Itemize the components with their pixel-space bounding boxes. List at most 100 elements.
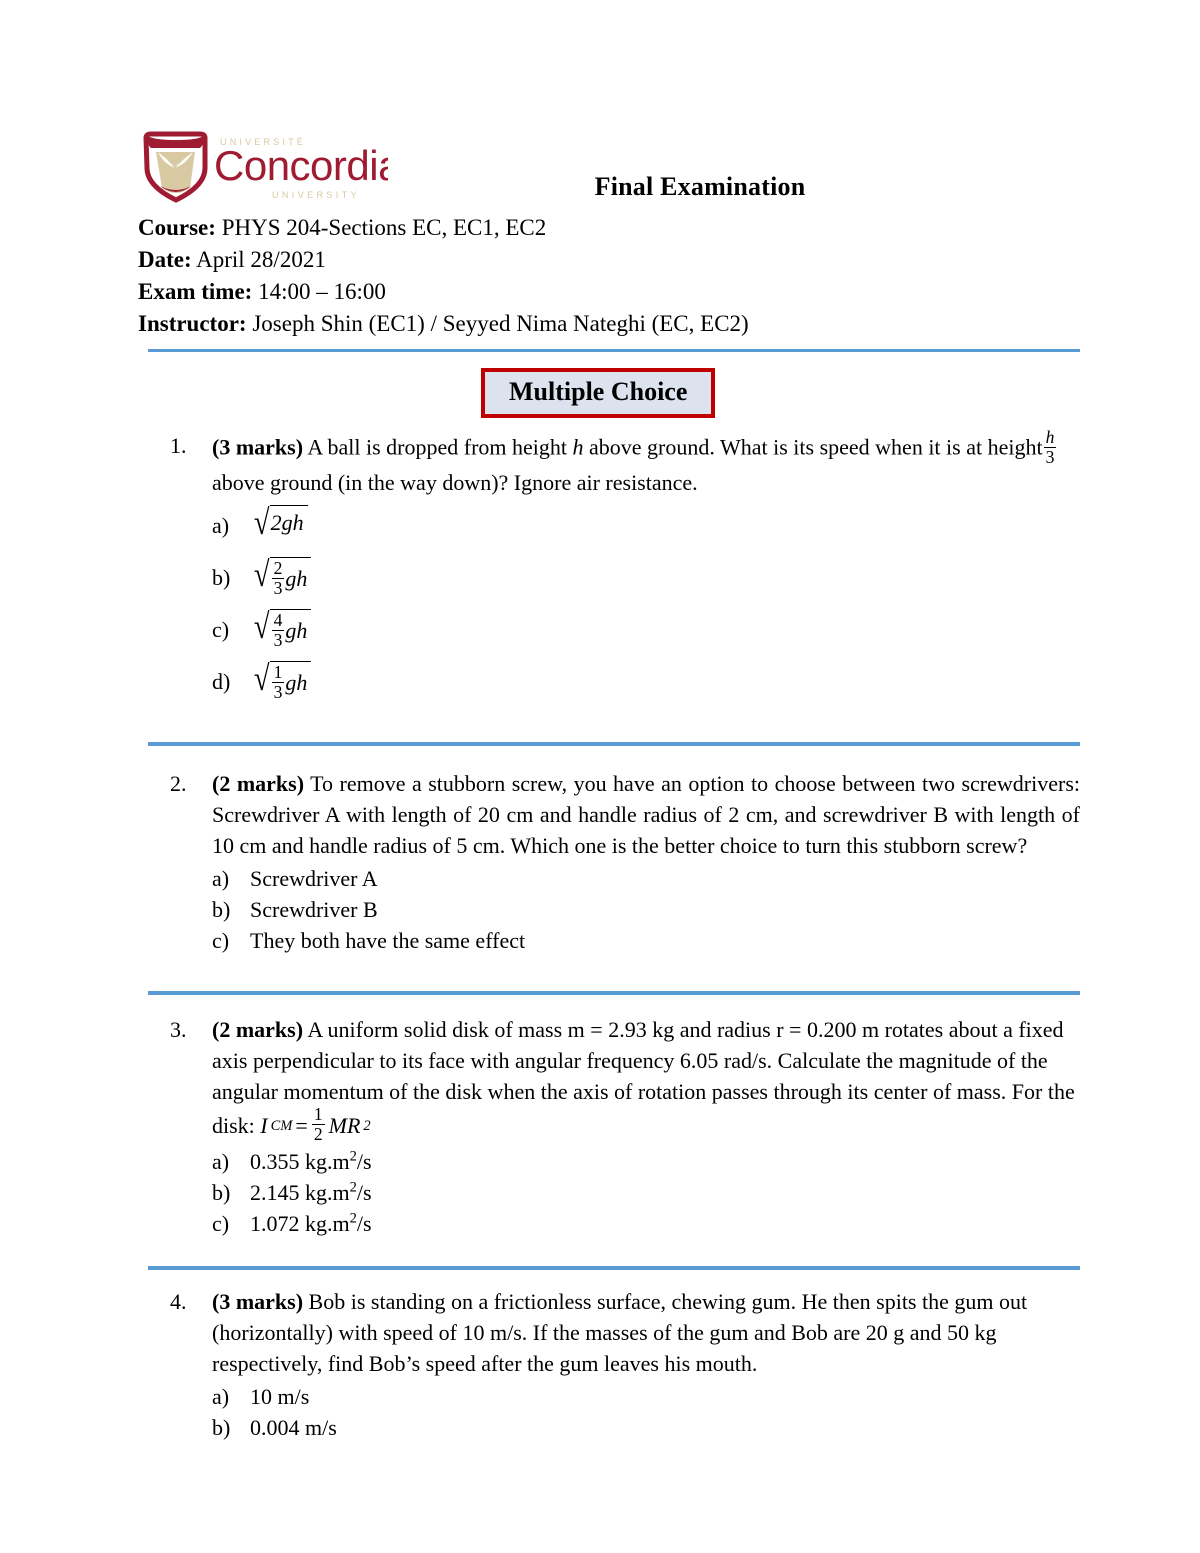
radicand-tail: gh [285, 618, 308, 644]
meta-row-exam-time: Exam time: 14:00 – 16:00 [138, 276, 1082, 308]
question-3-text: (2 marks) A uniform solid disk of mass m… [212, 1014, 1080, 1144]
question-4-options: a) 10 m/s b) 0.004 m/s [212, 1381, 1080, 1443]
divider-after-q1 [148, 742, 1080, 746]
section-title-box: Multiple Choice [481, 368, 716, 418]
question-3-option-a[interactable]: a) 0.355 kg.m2/s [212, 1146, 1080, 1177]
divider-header [148, 349, 1080, 352]
option-value: 2.145 [250, 1180, 300, 1206]
meta-label-date: Date: [138, 247, 192, 272]
fraction-denominator: 2 [311, 1123, 325, 1144]
formula-symbol: I [260, 1113, 268, 1139]
question-1-option-c[interactable]: c) √ 4 3 gh [212, 604, 1080, 656]
option-letter: b) [212, 1415, 231, 1440]
question-4-option-b[interactable]: b) 0.004 m/s [212, 1412, 1080, 1443]
question-1-variable-h: h [572, 434, 584, 460]
radical-sign-icon: √ [253, 554, 270, 595]
option-letter: b) [212, 565, 231, 591]
fraction-denominator: 3 [1043, 446, 1057, 467]
option-formula: √ 4 3 gh [250, 604, 1080, 656]
question-2-option-a[interactable]: a) Screwdriver A [212, 863, 1080, 894]
option-value: 0.355 [250, 1149, 300, 1175]
option-formula: √ 2 3 gh [250, 552, 1080, 604]
meta-row-date: Date: April 28/2021 [138, 244, 1082, 276]
meta-value-exam-time: 14:00 – 16:00 [258, 279, 386, 304]
meta-label-exam-time: Exam time: [138, 279, 253, 304]
question-3-option-b[interactable]: b) 2.145 kg.m2/s [212, 1177, 1080, 1208]
option-unit-exponent: 2 [349, 1149, 357, 1166]
question-1-text: (3 marks) A ball is dropped from height … [212, 428, 1080, 498]
question-2-options: a) Screwdriver A b) Screwdriver B c) The… [212, 863, 1080, 956]
radicand: 2 gh [269, 505, 308, 538]
option-letter: a) [212, 513, 230, 539]
concordia-university-logo: UNIVERSITÉ Concordia UNIVERSITY [138, 128, 388, 208]
question-1-option-b[interactable]: b) √ 2 3 gh [212, 552, 1080, 604]
fraction-denominator: 3 [271, 682, 285, 703]
question-2-option-b[interactable]: b) Screwdriver B [212, 894, 1080, 925]
meta-value-course: PHYS 204-Sections EC, EC1, EC2 [221, 215, 547, 240]
option-formula: √ 2 gh [250, 500, 1080, 552]
question-2: 2. (2 marks) To remove a stubborn screw,… [170, 768, 1080, 956]
sqrt-expression: √ 1 3 gh [250, 658, 312, 703]
question-1-number: 1. [170, 433, 187, 458]
meta-label-instructor: Instructor: [138, 311, 247, 336]
option-letter: a) [212, 1149, 230, 1175]
coefficient-fraction: 23 [271, 558, 285, 599]
sqrt-expression: √ 4 3 gh [250, 608, 312, 650]
divider-after-q3 [148, 1266, 1080, 1270]
question-2-head: 2. (2 marks) To remove a stubborn screw,… [170, 768, 1080, 861]
option-letter: c) [212, 1211, 230, 1237]
radical-sign-icon: √ [253, 658, 270, 699]
header-logo-row: UNIVERSITÉ Concordia UNIVERSITY Final Ex… [138, 128, 1082, 210]
option-text: 1.072 kg.m2/s [250, 1208, 1080, 1239]
radicand: 4 3 gh [269, 609, 312, 650]
logo-wordmark: Concordia [214, 142, 388, 189]
question-4-body: Bob is standing on a frictionless surfac… [212, 1289, 1028, 1376]
question-1-text-part2: above ground. What is its speed when it … [583, 434, 1043, 460]
document-header: UNIVERSITÉ Concordia UNIVERSITY Final Ex… [138, 128, 1082, 340]
radicand: 1 3 gh [269, 661, 312, 703]
option-letter: c) [212, 617, 230, 643]
option-letter: d) [212, 669, 231, 695]
question-4-number: 4. [170, 1289, 187, 1314]
question-3-number: 3. [170, 1017, 187, 1042]
option-value: 1.072 [250, 1211, 300, 1237]
exam-page: UNIVERSITÉ Concordia UNIVERSITY Final Ex… [0, 0, 1200, 1553]
fraction-denominator: 3 [271, 578, 285, 599]
sqrt-expression: √ 2 gh [250, 502, 308, 543]
fraction-numerator: 1 [273, 662, 283, 683]
exam-metadata: Course: PHYS 204-Sections EC, EC1, EC2 D… [138, 212, 1082, 340]
option-unit-exponent: 2 [349, 1211, 357, 1228]
question-1-marks: (3 marks) [212, 434, 304, 460]
page-title: Final Examination [594, 172, 806, 201]
radical-sign-icon: √ [253, 502, 270, 543]
meta-value-instructor: Joseph Shin (EC1) / Seyyed Nima Nateghi … [252, 311, 749, 336]
question-1-options: a) √ 2 gh b) √ 2 3 gh c) √ 4 3 gh d) √ 1… [212, 500, 1080, 708]
question-2-option-c[interactable]: c) They both have the same effect [212, 925, 1080, 956]
question-4-option-a[interactable]: a) 10 m/s [212, 1381, 1080, 1412]
coefficient-fraction: 43 [271, 611, 285, 650]
question-1-option-d[interactable]: d) √ 1 3 gh [212, 656, 1080, 708]
option-letter: a) [212, 1384, 230, 1409]
logo-tagline-bottom: UNIVERSITY [272, 190, 360, 200]
question-1-option-a[interactable]: a) √ 2 gh [212, 500, 1080, 552]
question-4-text: (3 marks) Bob is standing on a frictionl… [212, 1286, 1080, 1379]
option-text: Screwdriver A [250, 866, 378, 891]
option-letter: b) [212, 1180, 231, 1206]
meta-value-date: April 28/2021 [196, 247, 326, 272]
question-4-head: 4. (3 marks) Bob is standing on a fricti… [170, 1286, 1080, 1379]
radicand-tail: gh [285, 566, 308, 592]
question-2-body: To remove a stubborn screw, you have an … [212, 771, 1080, 858]
radicand-tail: gh [285, 670, 308, 696]
option-text: 0.004 m/s [250, 1415, 337, 1440]
radicand: 2 3 gh [269, 557, 312, 599]
fraction-numerator: 2 [273, 558, 283, 579]
option-unit-lead: kg.m [299, 1180, 350, 1206]
option-text: 2.145 kg.m2/s [250, 1177, 1080, 1208]
question-1: 1. (3 marks) A ball is dropped from heig… [170, 428, 1080, 708]
option-unit-lead: kg.m [299, 1149, 350, 1175]
option-text: Screwdriver B [250, 897, 378, 922]
question-3-option-c[interactable]: c) 1.072 kg.m2/s [212, 1208, 1080, 1239]
option-unit-tail: /s [356, 1211, 372, 1237]
question-3-marks: (2 marks) [212, 1017, 304, 1042]
question-2-marks: (2 marks) [212, 771, 305, 796]
